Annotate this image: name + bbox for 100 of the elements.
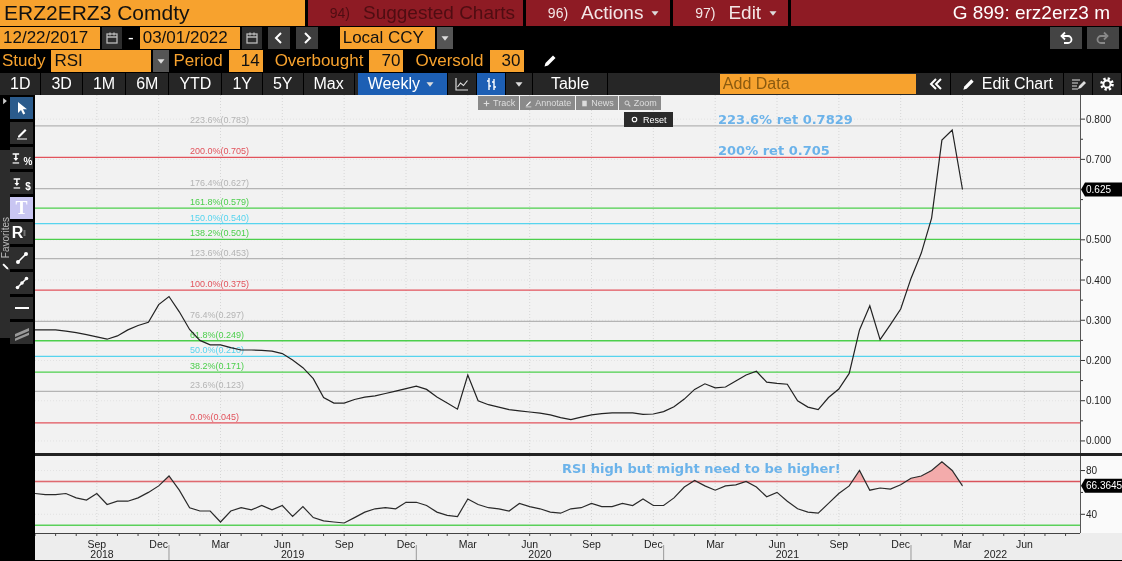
redo-icon: [1095, 30, 1111, 46]
undo-icon: [1058, 30, 1074, 46]
axis-label: Mar: [706, 538, 725, 550]
dropdown-button[interactable]: [153, 50, 170, 72]
select-tool[interactable]: [10, 97, 33, 119]
level-label: 223.6%(0.783): [190, 114, 250, 125]
line-tool[interactable]: [10, 247, 33, 269]
axis-label: Sep: [829, 538, 849, 550]
axis-label: Mar: [211, 538, 230, 550]
axis-label: Sep: [87, 538, 107, 550]
date-field[interactable]: 12/22/2017: [0, 27, 100, 49]
chart-note: RSI high but might need to be higher!: [562, 461, 841, 477]
axis-label: 40: [1086, 508, 1098, 520]
level-label: 200.0%(0.705): [190, 146, 250, 157]
line-chart-icon: [453, 76, 470, 92]
calendar-icon: [104, 30, 120, 46]
axis-label: 0.800: [1086, 113, 1112, 125]
level-label: 38.2%(0.171): [190, 361, 245, 372]
pencil-icon: [541, 53, 558, 69]
input-field[interactable]: 70: [369, 50, 404, 72]
axis-label: Dec: [396, 538, 416, 550]
pen-tool[interactable]: [10, 122, 33, 144]
axis-label: 2022: [983, 548, 1008, 560]
horizontal-line-tool[interactable]: [10, 297, 33, 319]
search-icon: [622, 98, 632, 108]
axis-label: 0.500: [1086, 234, 1112, 246]
axis-label: Sep: [334, 538, 354, 550]
input-field[interactable]: 14: [228, 50, 263, 72]
level-label: 100.0%(0.375): [190, 279, 250, 290]
dropdown-button[interactable]: [436, 27, 453, 49]
axis-label: 0.300: [1086, 314, 1112, 326]
axis-label: 0.000: [1086, 435, 1112, 447]
axis-label: 2020: [528, 548, 552, 560]
undo-button[interactable]: [1050, 27, 1082, 49]
level-label: 138.2%(0.501): [190, 228, 250, 239]
level-label: 0.0%(0.045): [190, 411, 240, 422]
axis-label: 2021: [775, 548, 799, 560]
chart-note: 223.6% ret 0.7829: [718, 111, 853, 127]
menu-button[interactable]: 97) Edit: [673, 0, 789, 26]
polyline-icon: [13, 275, 30, 291]
date-separator: -: [127, 28, 135, 48]
input-field[interactable]: 30: [489, 50, 524, 72]
bar-chart-button[interactable]: [476, 73, 506, 95]
axis-label: Dec: [891, 538, 910, 550]
axis-label: 0.100: [1086, 395, 1112, 407]
axis-label: Mar: [953, 538, 972, 550]
edit-list-icon: [1070, 76, 1086, 92]
add-data-field[interactable]: Add Data: [719, 74, 916, 94]
channel-tool[interactable]: [10, 322, 33, 344]
reset-button[interactable]: Reset: [624, 112, 673, 127]
date-field[interactable]: 03/01/2022: [139, 27, 240, 49]
legend-tool[interactable]: R: [10, 222, 33, 244]
channel-icon: [13, 325, 30, 341]
axis-label: Sep: [582, 538, 601, 550]
calendar-button[interactable]: [241, 27, 262, 49]
field-label: Overbought: [273, 51, 365, 71]
chart-note: 200% ret 0.705: [718, 143, 830, 159]
calendar-icon: [243, 30, 260, 46]
axis-label: 0.200: [1086, 355, 1112, 366]
security-title: ERZ2ERZ3 Comdty: [0, 0, 305, 26]
level-label: 123.6%(0.453): [190, 247, 250, 258]
axis-label: Jun: [1015, 538, 1033, 550]
level-label: 161.8%(0.579): [190, 197, 250, 208]
menu-button[interactable]: 96) Actions: [526, 0, 671, 26]
settings-icon: [1099, 76, 1115, 92]
axis-label: 80: [1086, 465, 1098, 477]
ring-icon: [630, 115, 639, 124]
axis-label: Mar: [458, 538, 477, 550]
next-button[interactable]: [295, 27, 318, 49]
axis-label: Dec: [644, 538, 663, 550]
frequency-dropdown[interactable]: Weekly: [357, 73, 448, 95]
redo-button[interactable]: [1087, 27, 1119, 49]
field-label: Study: [1, 51, 47, 71]
field-label: Oversold: [414, 51, 485, 71]
document-icon: [580, 98, 590, 108]
axis-label: Jun: [768, 538, 786, 550]
axis-label: Jun: [521, 538, 539, 550]
page-id: G 899: erz2erz3 m: [791, 0, 1122, 26]
field-label: Period: [172, 51, 224, 71]
level-label: 50.0%(0.210): [190, 345, 245, 356]
text-tool[interactable]: $: [10, 172, 33, 194]
favorites-tab[interactable]: Favorites: [0, 150, 10, 338]
text-tool[interactable]: %: [10, 147, 33, 169]
previous-button[interactable]: [267, 27, 290, 49]
axis-label: 0.700: [1086, 153, 1112, 165]
study-field[interactable]: RSI: [51, 50, 152, 72]
line-icon: [13, 307, 30, 309]
plus-icon: [482, 98, 491, 108]
level-label: 176.4%(0.627): [190, 177, 250, 188]
axis-label: Dec: [149, 538, 168, 550]
calendar-button[interactable]: [102, 27, 122, 49]
pencil-icon: [0, 261, 10, 271]
axis-label: Jun: [273, 538, 291, 550]
axis-label: 0.400: [1086, 274, 1112, 286]
line-icon: [13, 250, 30, 266]
polyline-tool[interactable]: [10, 272, 33, 294]
currency-field[interactable]: Local CCY: [339, 27, 435, 49]
level-label: 23.6%(0.123): [190, 380, 245, 391]
axis-label: 2019: [280, 548, 305, 560]
double-chevron-icon: [927, 76, 944, 92]
